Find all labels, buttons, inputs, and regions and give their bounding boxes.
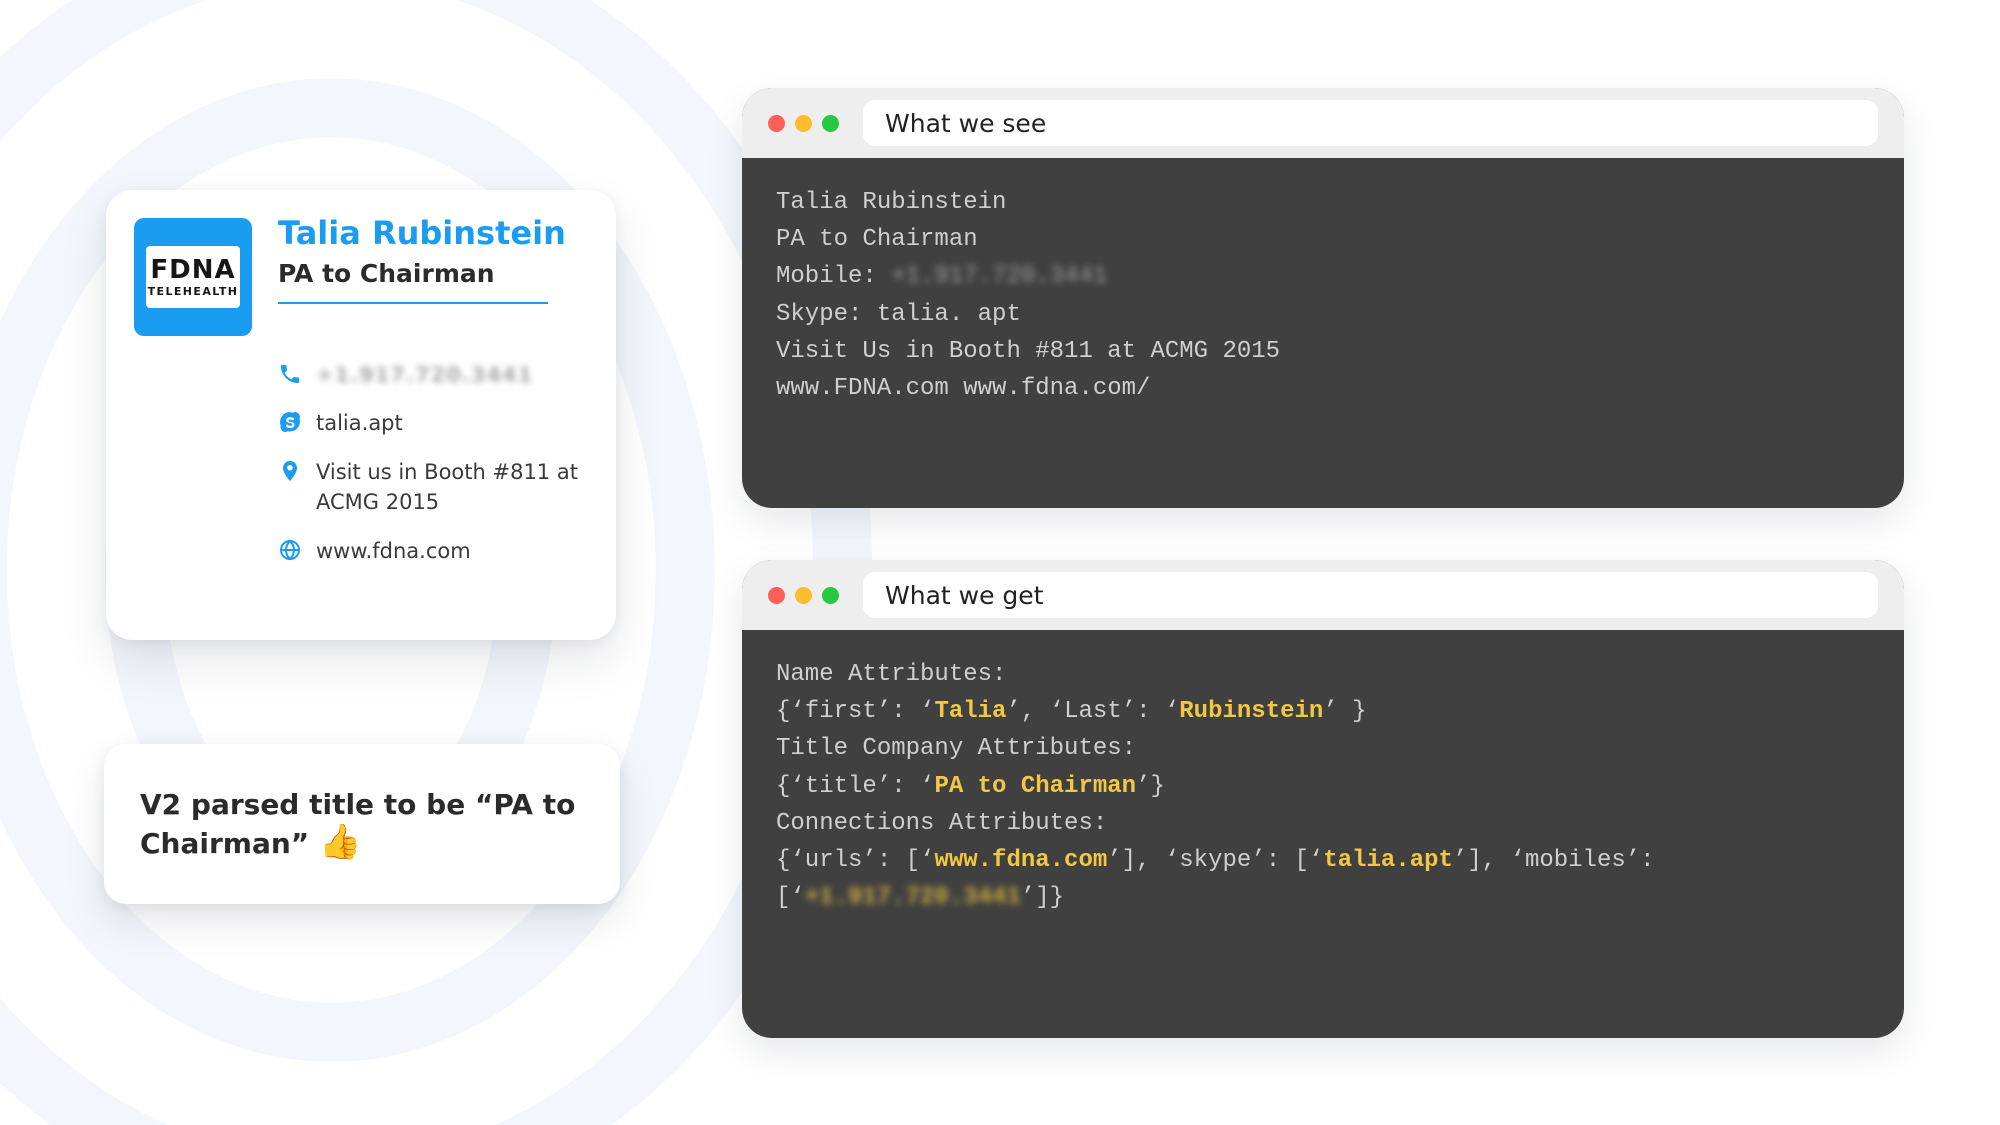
window-title-bar: What we get xyxy=(863,572,1878,618)
booth-value: Visit us in Booth #811 at ACMG 2015 xyxy=(316,457,598,518)
window-title: What we get xyxy=(885,581,1043,610)
footnote-card: V2 parsed title to be “PA to Chairman” 👍 xyxy=(104,744,620,904)
url-value: www.fdna.com xyxy=(316,536,471,566)
traffic-light-close-icon[interactable] xyxy=(768,115,785,132)
t2-l2: {‘first’: ‘Talia’, ‘Last’: ‘Rubinstein’ … xyxy=(776,693,1870,730)
terminal-body: Name Attributes: {‘first’: ‘Talia’, ‘Las… xyxy=(742,630,1904,946)
person-title: PA to Chairman xyxy=(278,259,566,288)
t2-l5: Connections Attributes: xyxy=(776,805,1870,842)
t2-l7: [‘+1.917.720.3441’]} xyxy=(776,879,1870,916)
skype-value: talia.apt xyxy=(316,408,403,438)
contact-mobile-row: +1.917.720.3441 xyxy=(278,360,598,390)
traffic-light-max-icon[interactable] xyxy=(822,115,839,132)
t2-l3: Title Company Attributes: xyxy=(776,730,1870,767)
contact-skype-row: talia.apt xyxy=(278,408,598,438)
divider xyxy=(278,302,548,304)
phone-icon xyxy=(278,362,302,386)
traffic-light-close-icon[interactable] xyxy=(768,587,785,604)
t2-l4: {‘title’: ‘PA to Chairman’} xyxy=(776,768,1870,805)
t1-line6: www.FDNA.com www.fdna.com/ xyxy=(776,370,1870,407)
logo-line1: FDNA xyxy=(150,257,235,283)
traffic-light-min-icon[interactable] xyxy=(795,115,812,132)
traffic-light-min-icon[interactable] xyxy=(795,587,812,604)
company-logo: FDNA TELEHEALTH xyxy=(134,218,252,336)
person-name: Talia Rubinstein xyxy=(278,216,566,251)
terminal-what-we-get: What we get Name Attributes: {‘first’: ‘… xyxy=(742,560,1904,1038)
t1-line2: PA to Chairman xyxy=(776,221,1870,258)
terminal-body: Talia Rubinstein PA to Chairman Mobile: … xyxy=(742,158,1904,437)
window-chrome: What we get xyxy=(742,560,1904,630)
traffic-light-max-icon[interactable] xyxy=(822,587,839,604)
window-title-bar: What we see xyxy=(863,100,1878,146)
t2-l6: {‘urls’: [‘www.fdna.com’], ‘skype’: [‘ta… xyxy=(776,842,1870,879)
t1-line1: Talia Rubinstein xyxy=(776,184,1870,221)
contact-booth-row: Visit us in Booth #811 at ACMG 2015 xyxy=(278,457,598,518)
business-card: FDNA TELEHEALTH Talia Rubinstein PA to C… xyxy=(106,190,616,640)
window-chrome: What we see xyxy=(742,88,1904,158)
t2-l1: Name Attributes: xyxy=(776,656,1870,693)
terminal-what-we-see: What we see Talia Rubinstein PA to Chair… xyxy=(742,88,1904,508)
skype-icon xyxy=(278,410,302,434)
contact-url-row: www.fdna.com xyxy=(278,536,598,566)
location-pin-icon xyxy=(278,459,302,483)
globe-icon xyxy=(278,538,302,562)
t1-line4: Skype: talia. apt xyxy=(776,296,1870,333)
thumbs-up-icon: 👍 xyxy=(319,822,361,862)
t1-line5: Visit Us in Booth #811 at ACMG 2015 xyxy=(776,333,1870,370)
mobile-value: +1.917.720.3441 xyxy=(316,360,533,390)
logo-line2: TELEHEALTH xyxy=(148,285,239,298)
t1-line3: Mobile: +1.917.720.3441 xyxy=(776,258,1870,295)
window-title: What we see xyxy=(885,109,1046,138)
